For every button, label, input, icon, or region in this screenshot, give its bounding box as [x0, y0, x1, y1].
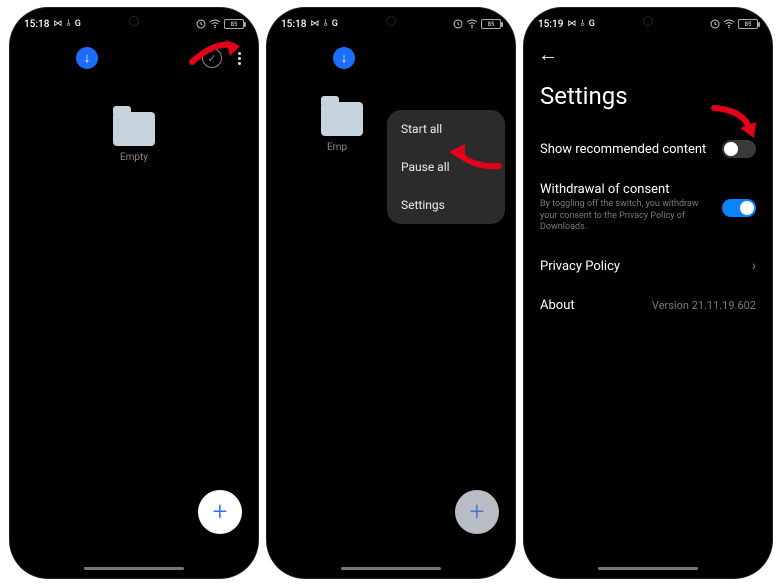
select-all-icon[interactable]: ✓: [202, 48, 222, 68]
wifi-icon: [466, 19, 478, 29]
back-button[interactable]: ←: [534, 36, 562, 73]
menu-item-pause-all[interactable]: Pause all: [387, 148, 505, 186]
settings-toolbar: ←: [524, 36, 772, 72]
row-recommended-content[interactable]: Show recommended content: [524, 128, 772, 170]
phone-screenshot-2: 15:18 ⋈ ⫰ G 85 ↓ Emp Start all Pause all…: [267, 8, 515, 578]
folder-label: Emp: [321, 142, 379, 153]
status-left: 15:18 ⋈ ⫰ G: [281, 19, 339, 30]
status-icons: ⋈ ⫰ G: [310, 19, 339, 29]
downloads-content: Empty: [10, 80, 258, 177]
camera-notch: [386, 16, 396, 26]
alarm-icon: [196, 19, 206, 29]
status-time: 15:18: [24, 19, 49, 30]
status-icons: ⋈ ⫰ G: [567, 19, 596, 29]
overflow-menu-button[interactable]: [230, 46, 248, 70]
toggle-recommended-content[interactable]: [722, 140, 756, 158]
row-about[interactable]: About Version 21.11.19.602: [524, 286, 772, 325]
alarm-icon: [710, 19, 720, 29]
wifi-icon: [209, 19, 221, 29]
status-bar: 15:19 ⋈ ⫰ G 85: [524, 8, 772, 36]
home-indicator[interactable]: [598, 567, 698, 570]
status-icons: ⋈ ⫰ G: [53, 19, 82, 29]
row-label: Withdrawal of consent: [540, 182, 712, 197]
toggle-withdrawal-consent[interactable]: [722, 199, 756, 217]
row-label: Show recommended content: [540, 142, 712, 157]
status-bar: 15:18 ⋈ ⫰ G 85: [10, 8, 258, 36]
alarm-icon: [453, 19, 463, 29]
menu-item-start-all[interactable]: Start all: [387, 110, 505, 148]
fab-add-button[interactable]: +: [455, 490, 499, 534]
downloads-icon[interactable]: ↓: [76, 47, 98, 69]
row-withdrawal-consent[interactable]: Withdrawal of consent By toggling off th…: [524, 170, 772, 246]
phone-screenshot-1: 15:18 ⋈ ⫰ G 85 ↓ ✓ Empty +: [10, 8, 258, 578]
battery-icon: 85: [481, 19, 501, 29]
status-left: 15:18 ⋈ ⫰ G: [24, 19, 82, 30]
downloads-icon[interactable]: ↓: [333, 47, 355, 69]
folder-icon[interactable]: [113, 112, 155, 146]
menu-item-settings[interactable]: Settings: [387, 186, 505, 224]
camera-notch: [129, 16, 139, 26]
home-indicator[interactable]: [341, 567, 441, 570]
row-label: About: [540, 298, 642, 313]
folder-label: Empty: [24, 152, 244, 163]
chevron-right-icon: ›: [752, 258, 756, 274]
status-right: 85: [453, 19, 501, 29]
phone-screenshot-3: 15:19 ⋈ ⫰ G 85 ← Settings Show recommend…: [524, 8, 772, 578]
app-toolbar: ↓: [267, 36, 515, 80]
status-right: 85: [710, 19, 758, 29]
row-privacy-policy[interactable]: Privacy Policy ›: [524, 246, 772, 286]
row-label: Privacy Policy: [540, 259, 742, 274]
wifi-icon: [723, 19, 735, 29]
overflow-menu: Start all Pause all Settings: [387, 110, 505, 224]
app-toolbar: ↓ ✓: [10, 36, 258, 80]
home-indicator[interactable]: [84, 567, 184, 570]
row-subtext: By toggling off the switch, you withdraw…: [540, 199, 712, 234]
battery-icon: 85: [224, 19, 244, 29]
downloads-content: Emp Start all Pause all Settings: [267, 80, 515, 167]
page-title: Settings: [524, 72, 772, 128]
status-time: 15:18: [281, 19, 306, 30]
battery-icon: 85: [738, 19, 758, 29]
folder-icon[interactable]: [321, 102, 363, 136]
camera-notch: [643, 16, 653, 26]
fab-add-button[interactable]: +: [198, 490, 242, 534]
status-time: 15:19: [538, 19, 563, 30]
status-right: 85: [196, 19, 244, 29]
status-left: 15:19 ⋈ ⫰ G: [538, 19, 596, 30]
status-bar: 15:18 ⋈ ⫰ G 85: [267, 8, 515, 36]
about-version: Version 21.11.19.602: [652, 299, 756, 312]
